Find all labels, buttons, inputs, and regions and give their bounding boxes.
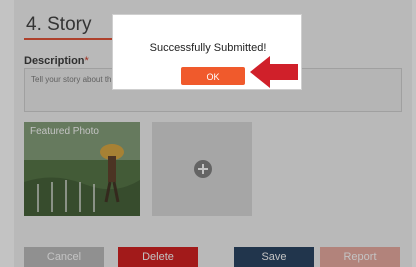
ok-button[interactable]: OK [181, 67, 245, 85]
dialog-message: Successfully Submitted! [149, 42, 267, 54]
pointer-arrow-icon [250, 56, 298, 88]
